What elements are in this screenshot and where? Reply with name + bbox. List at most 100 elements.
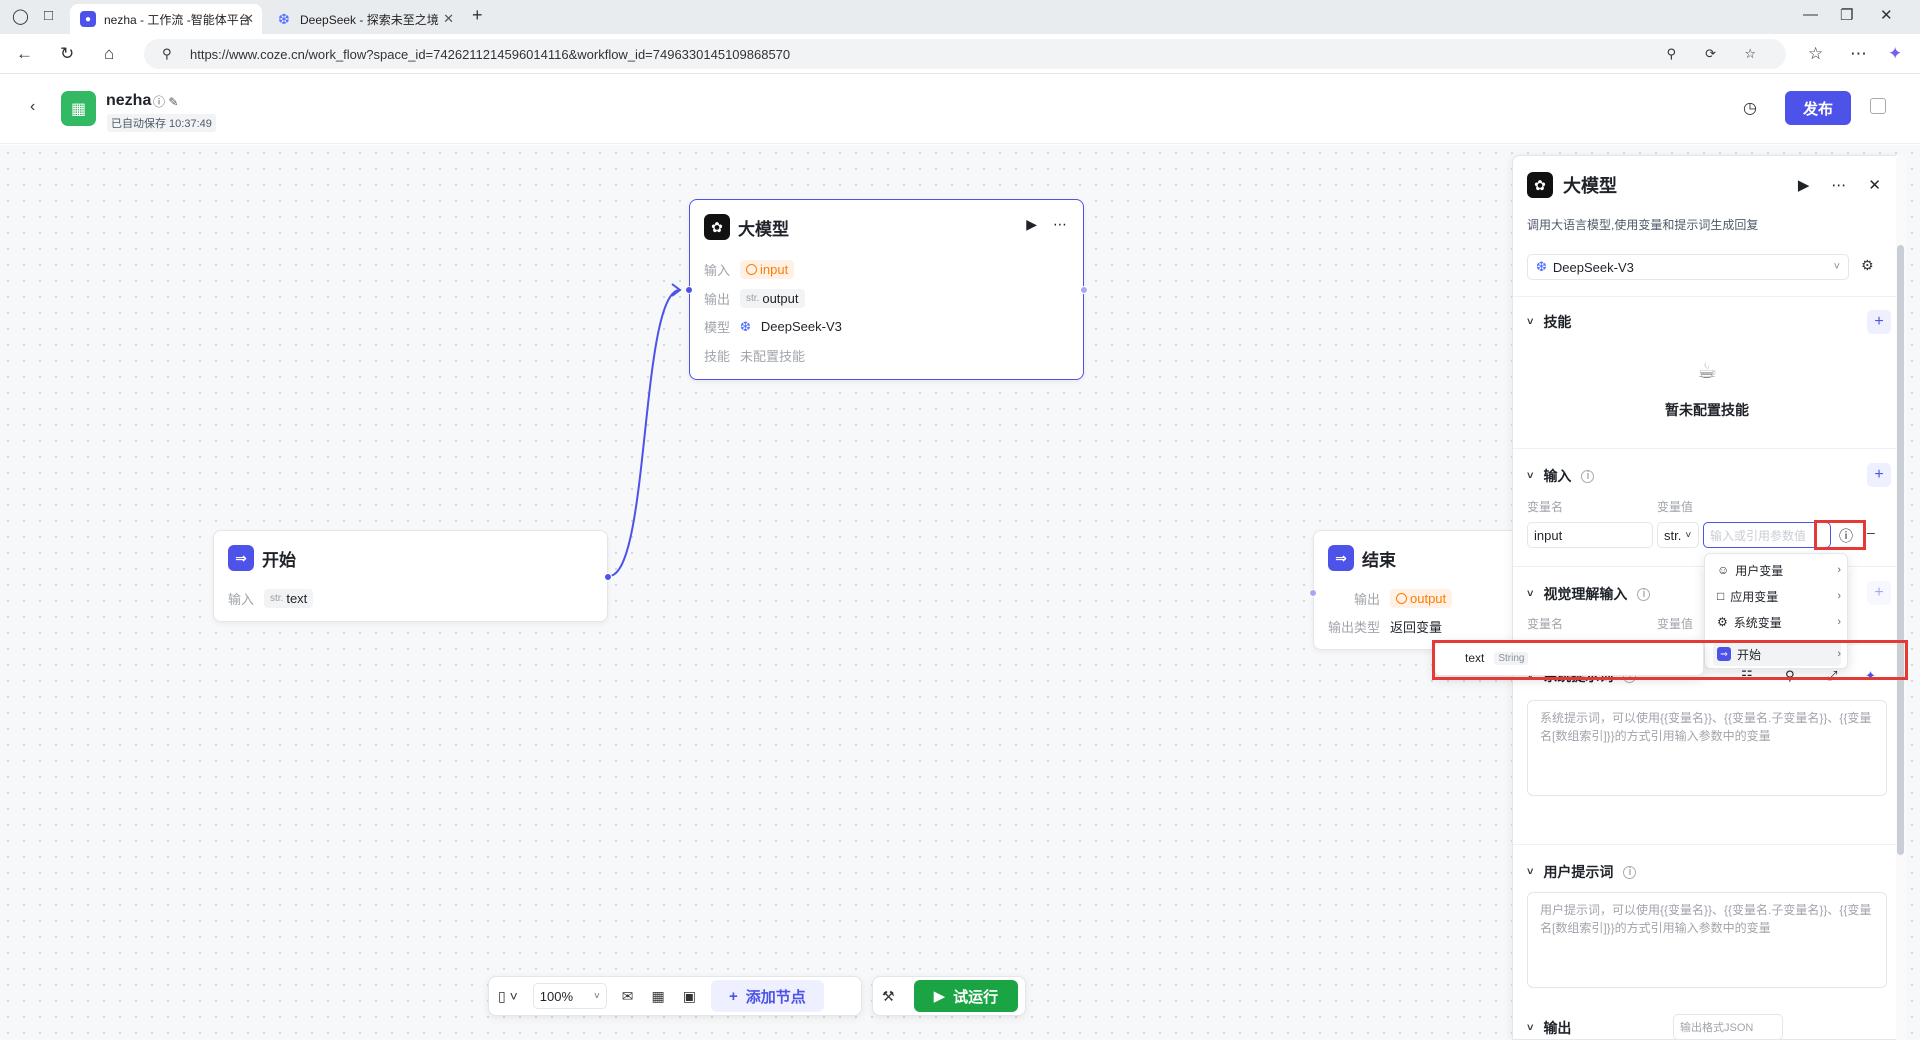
divider (1513, 844, 1899, 845)
run-node-icon[interactable]: ▶ (1798, 176, 1810, 194)
chevron-down-icon: ˅ (1833, 261, 1840, 273)
more-icon[interactable]: ⋯ (1831, 176, 1846, 194)
input-port[interactable] (685, 286, 693, 294)
chevron-down-icon: ˅ (1685, 529, 1692, 541)
chevron-down-icon: ˅ (593, 990, 600, 1002)
output-port[interactable] (604, 573, 612, 581)
edge-start-llm (608, 289, 681, 577)
system-prompt-input[interactable]: 系统提示词，可以使用{{变量名}}、{{变量名.子变量名}}、{{变量名[数组索… (1527, 700, 1887, 796)
gear-icon: ⚙ (1717, 615, 1728, 629)
column-label: 变量名 (1527, 500, 1564, 514)
warning-icon (1396, 593, 1407, 604)
section-skills[interactable]: ˅ 技能 (1527, 312, 1571, 332)
chevron-down-icon: ˅ (1527, 470, 1534, 482)
type-label: str. (746, 293, 760, 304)
warning-icon (746, 264, 757, 275)
deepseek-icon: ❆ (740, 318, 751, 334)
output-tag: output (1390, 589, 1453, 608)
highlight-reference-button (1814, 520, 1866, 550)
more-icon[interactable]: ⋯ (1053, 216, 1067, 233)
section-input[interactable]: ˅ 输入 i (1527, 466, 1595, 486)
node-title: 大模型 (738, 219, 789, 239)
llm-icon: ✿ (1527, 172, 1553, 198)
debug-icon[interactable]: ⚒ (882, 988, 895, 1005)
section-vision-input[interactable]: ˅ 视觉理解输入 i (1527, 584, 1651, 604)
output-type-value: 返回变量 (1390, 620, 1443, 635)
output-port[interactable] (1080, 286, 1088, 294)
remove-icon[interactable]: – (1867, 524, 1875, 540)
panel-title: 大模型 (1563, 176, 1617, 196)
chevron-right-icon: › (1837, 590, 1841, 602)
info-icon[interactable]: i (1623, 865, 1637, 879)
test-run-button[interactable]: ▶ 试运行 (913, 980, 1019, 1012)
input-tag: input (740, 260, 795, 279)
comment-icon[interactable]: ✉ (622, 988, 634, 1005)
model-select[interactable]: ❆ DeepSeek-V3 ˅ (1527, 254, 1849, 280)
run-toolbar: ⚒ ▶ 试运行 (872, 976, 1026, 1016)
highlight-start-text-row (1432, 640, 1908, 680)
column-label: 变量名 (1527, 617, 1564, 631)
panel-scroll-thumb[interactable] (1897, 245, 1904, 855)
type-label: str. (270, 593, 284, 604)
menu-item-system-variables[interactable]: ⚙ 系统变量 › (1713, 610, 1841, 634)
row-label: 输入 (704, 263, 731, 278)
user-prompt-input[interactable]: 用户提示词，可以使用{{变量名}}、{{变量名.子变量名}}、{{变量名[数组索… (1527, 892, 1887, 988)
close-icon[interactable]: ✕ (1868, 176, 1881, 194)
type-select[interactable]: str. ˅ (1657, 522, 1699, 548)
section-title: 视觉理解输入 (1543, 586, 1628, 602)
input-value: text (286, 591, 308, 606)
start-node-icon: ⇒ (228, 545, 254, 571)
type-value: str. (1664, 527, 1682, 543)
node-end[interactable]: ⇒ 结束 输出 output 输出类型 返回变量 (1309, 530, 1533, 650)
section-title: 用户提示词 (1543, 864, 1614, 880)
run-node-icon[interactable]: ▶ (1026, 216, 1037, 233)
empty-skill-icon: ☕ (1697, 358, 1717, 383)
mouse-mode-icon[interactable]: ▯ ˅ (498, 988, 518, 1005)
layout-icon[interactable]: ▦ (652, 988, 665, 1005)
gear-icon[interactable]: ⚙ (1861, 257, 1874, 274)
section-output[interactable]: ˅ 输出 (1527, 1018, 1571, 1038)
chevron-right-icon: › (1837, 616, 1841, 628)
add-vision-input-button[interactable]: + (1867, 581, 1891, 605)
info-icon[interactable]: i (1637, 587, 1651, 601)
skills-empty: 暂未配置技能 (1665, 402, 1749, 418)
variable-value-input[interactable]: 输入或引用参数值 (1703, 522, 1831, 548)
chevron-right-icon: › (1837, 564, 1841, 576)
menu-item-label: 系统变量 (1733, 615, 1782, 630)
section-user-prompt[interactable]: ˅ 用户提示词 i (1527, 862, 1637, 882)
zoom-select[interactable]: 100% ˅ (532, 983, 607, 1009)
row-label: 技能 (704, 349, 731, 364)
row-label: 输出 (1354, 592, 1381, 607)
section-title: 技能 (1543, 314, 1572, 330)
input-value: input (760, 262, 789, 277)
menu-item-user-variables[interactable]: ☺ 用户变量 › (1713, 558, 1841, 582)
variable-name-input[interactable]: input (1527, 522, 1653, 548)
add-node-button[interactable]: + 添加节点 (710, 980, 824, 1012)
menu-item-app-variables[interactable]: □ 应用变量 › (1713, 584, 1841, 608)
minimap-icon[interactable]: ▣ (683, 988, 696, 1005)
input-port[interactable] (1309, 589, 1317, 597)
skill-value: 未配置技能 (740, 349, 806, 364)
info-icon[interactable]: i (1581, 469, 1595, 483)
row-label: 输入 (228, 592, 255, 607)
chevron-down-icon: ˅ (1527, 866, 1534, 878)
panel-description: 调用大语言模型,使用变量和提示词生成回复 (1527, 218, 1759, 232)
chevron-down-icon: ˅ (1527, 588, 1534, 600)
row-label: 输出类型 (1328, 620, 1381, 635)
zoom-value: 100% (539, 988, 574, 1004)
column-label: 变量值 (1657, 617, 1694, 631)
add-input-button[interactable]: + (1867, 463, 1891, 487)
chevron-down-icon: ˅ (1527, 1022, 1534, 1034)
user-icon: ☺ (1717, 563, 1730, 577)
row-label: 模型 (704, 320, 731, 335)
play-icon: ▶ (933, 988, 946, 1005)
output-value: output (1410, 591, 1447, 606)
node-start[interactable]: ⇒ 开始 输入 str. text (213, 530, 612, 622)
add-skill-button[interactable]: + (1867, 310, 1891, 334)
node-llm[interactable]: ✿ 大模型 ▶ ⋯ 输入 input 输出 str. output 模型 ❆ De… (685, 199, 1088, 380)
output-format-select[interactable]: 输出格式JSON (1673, 1014, 1783, 1039)
output-value: output (762, 291, 799, 306)
divider (1513, 448, 1899, 449)
model-value: DeepSeek-V3 (1552, 259, 1634, 275)
folder-icon: □ (1717, 589, 1725, 603)
